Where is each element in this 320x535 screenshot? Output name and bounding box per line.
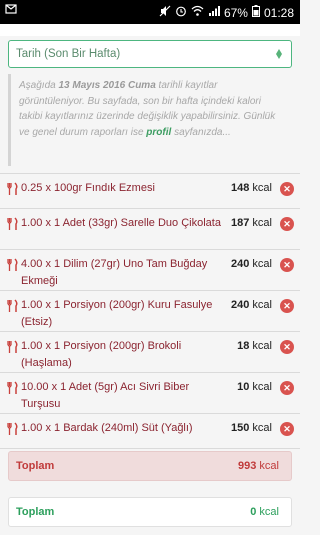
kcal-unit: kcal — [249, 299, 272, 311]
delete-icon[interactable]: ✕ — [280, 299, 294, 313]
food-name: 1.00 x 1 Porsiyon (200gr) Brokoli (Haşla… — [21, 340, 182, 369]
food-kcal: 18 kcal — [237, 338, 272, 355]
total-value: 0 kcal — [250, 506, 279, 518]
signal-icon — [208, 5, 220, 20]
fork-knife-icon — [6, 340, 20, 354]
kcal-value: 148 — [231, 182, 250, 194]
food-entry: 1.00 x 1 Bardak (240ml) Süt (Yağlı) 150 … — [0, 414, 300, 449]
total-number: 993 — [238, 460, 257, 472]
food-name: 0.25 x 100gr Fındık Ezmesi — [21, 182, 155, 194]
food-entry-list: 0.25 x 100gr Fındık Ezmesi 148 kcal ✕ 1.… — [0, 173, 300, 449]
food-kcal: 150 kcal — [231, 420, 272, 437]
kcal-value: 150 — [231, 422, 250, 434]
info-prefix: Aşağıda — [19, 80, 59, 91]
food-entry: 1.00 x 1 Porsiyon (200gr) Brokoli (Haşla… — [0, 332, 300, 373]
total-label: Toplam — [16, 460, 55, 472]
wifi-icon — [191, 5, 204, 20]
food-kcal: 187 kcal — [231, 215, 272, 232]
fork-knife-icon — [6, 217, 20, 231]
food-name: 10.00 x 1 Adet (5gr) Acı Sivri Biber Tur… — [21, 381, 190, 410]
total-unit: kcal — [256, 506, 279, 518]
kcal-value: 18 — [237, 340, 250, 352]
food-kcal: 240 kcal — [231, 297, 272, 314]
kcal-unit: kcal — [249, 381, 272, 393]
clock: 01:28 — [263, 5, 294, 20]
period-select-value: Tarih (Son Bir Hafta) — [16, 48, 121, 60]
app-bar — [0, 24, 300, 36]
total-label: Toplam — [16, 506, 55, 518]
total-consumed: Toplam 993 kcal — [8, 451, 292, 481]
info-note: Aşağıda 13 Mayıs 2016 Cuma tarihli kayıt… — [8, 74, 292, 166]
profile-link[interactable]: profil — [146, 127, 171, 138]
food-name: 1.00 x 1 Bardak (240ml) Süt (Yağlı) — [21, 422, 193, 434]
fork-knife-icon — [6, 381, 20, 395]
fork-knife-icon — [6, 182, 20, 196]
alarm-icon — [175, 5, 187, 20]
food-kcal: 148 kcal — [231, 180, 272, 197]
fork-knife-icon — [6, 422, 20, 436]
kcal-unit: kcal — [249, 340, 272, 352]
food-name: 4.00 x 1 Dilim (27gr) Uno Tam Buğday Ekm… — [21, 258, 208, 287]
food-name: 1.00 x 1 Adet (33gr) Sarelle Duo Çikolat… — [21, 217, 221, 229]
kcal-unit: kcal — [249, 182, 272, 194]
mute-icon — [159, 5, 171, 20]
food-name: 1.00 x 1 Porsiyon (200gr) Kuru Fasulye (… — [21, 299, 213, 328]
food-entry: 10.00 x 1 Adet (5gr) Acı Sivri Biber Tur… — [0, 373, 300, 414]
notification-icon — [5, 3, 17, 18]
battery-icon — [251, 5, 260, 20]
chevron-down-icon — [273, 47, 285, 64]
food-entry: 0.25 x 100gr Fındık Ezmesi 148 kcal ✕ — [0, 174, 300, 209]
food-kcal: 10 kcal — [237, 379, 272, 396]
total-other: Toplam 0 kcal — [8, 497, 292, 527]
food-entry: 1.00 x 1 Porsiyon (200gr) Kuru Fasulye (… — [0, 291, 300, 332]
kcal-unit: kcal — [249, 217, 272, 229]
status-bar: 67% 01:28 — [0, 0, 300, 24]
info-date: 13 Mayıs 2016 Cuma — [58, 80, 156, 91]
kcal-value: 240 — [231, 258, 250, 270]
kcal-unit: kcal — [249, 422, 272, 434]
delete-icon[interactable]: ✕ — [280, 258, 294, 272]
period-select[interactable]: Tarih (Son Bir Hafta) — [8, 40, 292, 68]
food-entry: 1.00 x 1 Adet (33gr) Sarelle Duo Çikolat… — [0, 209, 300, 250]
delete-icon[interactable]: ✕ — [280, 340, 294, 354]
kcal-value: 240 — [231, 299, 250, 311]
fork-knife-icon — [6, 299, 20, 313]
kcal-value: 187 — [231, 217, 250, 229]
food-entry: 4.00 x 1 Dilim (27gr) Uno Tam Buğday Ekm… — [0, 250, 300, 291]
delete-icon[interactable]: ✕ — [280, 182, 294, 196]
battery-percent: 67% — [223, 5, 248, 20]
fork-knife-icon — [6, 258, 20, 272]
total-unit: kcal — [256, 460, 279, 472]
delete-icon[interactable]: ✕ — [280, 381, 294, 395]
food-kcal: 240 kcal — [231, 256, 272, 273]
delete-icon[interactable]: ✕ — [280, 422, 294, 436]
kcal-unit: kcal — [249, 258, 272, 270]
info-suffix: sayfanızda... — [171, 126, 231, 138]
kcal-value: 10 — [237, 381, 250, 393]
delete-icon[interactable]: ✕ — [280, 217, 294, 231]
total-value: 993 kcal — [238, 460, 279, 472]
